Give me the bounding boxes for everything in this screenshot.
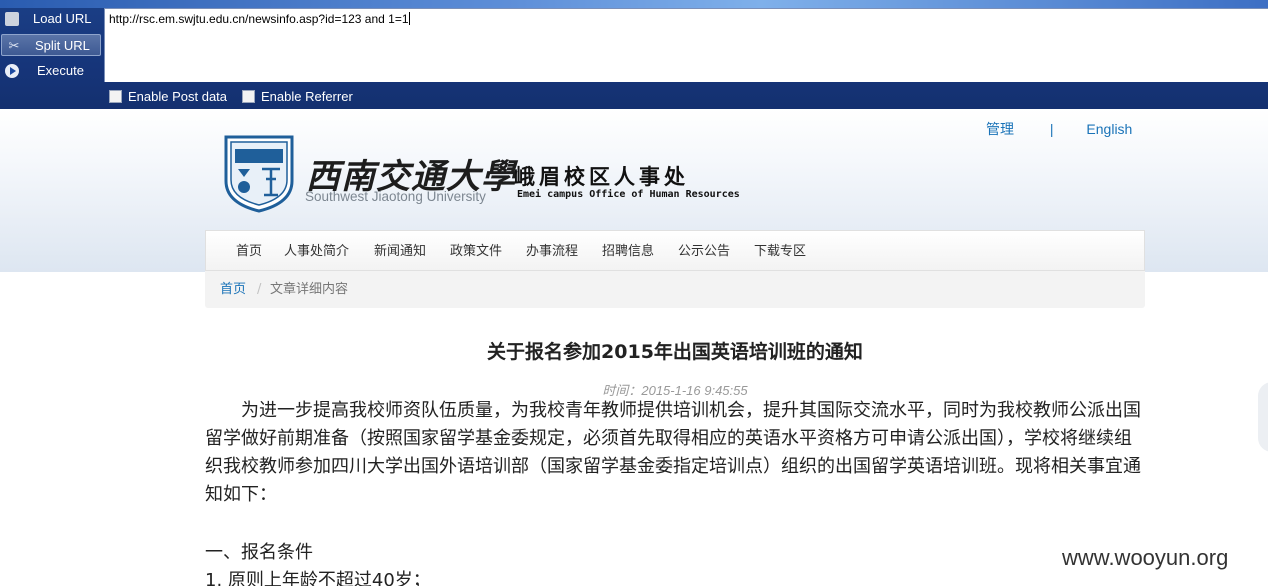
- post-data-label: Enable Post data: [128, 89, 228, 104]
- article-paragraph: 为进一步提高我校师资队伍质量，为我校青年教师提供培训机会，提升其国际交流水平，同…: [205, 400, 1141, 505]
- load-url-button[interactable]: Load URL: [0, 8, 102, 30]
- split-url-label: Split URL: [35, 38, 90, 53]
- nav-item-news[interactable]: 新闻通知: [374, 231, 426, 272]
- referrer-label: Enable Referrer: [261, 89, 353, 104]
- breadcrumb-home-link[interactable]: 首页: [220, 271, 246, 308]
- toolbar-top-strip: [0, 0, 1268, 8]
- hackbar-toolbar: Load URL ✂ Split URL Execute http://rsc.…: [0, 0, 1268, 109]
- url-input[interactable]: http://rsc.em.swjtu.edu.cn/newsinfo.asp?…: [104, 8, 1268, 82]
- split-url-icon: ✂: [8, 38, 20, 53]
- breadcrumb-current: 文章详细内容: [270, 282, 349, 297]
- url-input-value: http://rsc.em.swjtu.edu.cn/newsinfo.asp?…: [109, 12, 409, 26]
- nav-item-jobs[interactable]: 招聘信息: [602, 231, 654, 272]
- nav-item-home[interactable]: 首页: [236, 231, 262, 272]
- top-links-separator: |: [1049, 121, 1054, 137]
- admin-link[interactable]: 管理: [986, 119, 1014, 139]
- nav-item-downloads[interactable]: 下载专区: [754, 231, 806, 272]
- nav-item-about[interactable]: 人事处简介: [284, 231, 349, 272]
- university-english-name: Southwest Jiaotong University: [305, 189, 486, 204]
- execute-label: Execute: [37, 63, 84, 78]
- side-scroll-widget[interactable]: [1258, 382, 1268, 452]
- office-chinese-name: 峨眉校区人事处: [514, 165, 689, 189]
- breadcrumb: 首页 / 文章详细内容: [205, 271, 1145, 308]
- nav-item-policy[interactable]: 政策文件: [450, 231, 502, 272]
- nav-item-process[interactable]: 办事流程: [526, 231, 578, 272]
- article-list-item: 1. 原则上年龄不超过40岁；: [205, 570, 431, 586]
- load-url-label: Load URL: [33, 11, 92, 26]
- office-english-name: Emei campus Office of Human Resources: [517, 189, 740, 200]
- main-nav: 首页 人事处简介 新闻通知 政策文件 办事流程 招聘信息 公示公告 下载专区: [205, 230, 1145, 271]
- university-emblem-icon: [224, 135, 294, 213]
- breadcrumb-separator: /: [257, 282, 262, 297]
- english-link[interactable]: English: [1086, 121, 1132, 137]
- enable-post-data-checkbox[interactable]: Enable Post data: [109, 89, 227, 105]
- post-data-checkbox-box[interactable]: [109, 90, 122, 103]
- article-section-heading: 一、报名条件: [205, 542, 313, 563]
- split-url-button[interactable]: ✂ Split URL: [1, 34, 101, 56]
- nav-item-notices[interactable]: 公示公告: [678, 231, 730, 272]
- article-title: 关于报名参加2015年出国英语培训班的通知: [487, 341, 863, 363]
- enable-referrer-checkbox[interactable]: Enable Referrer: [242, 89, 353, 105]
- execute-button[interactable]: Execute: [0, 60, 102, 82]
- execute-icon: [5, 64, 19, 78]
- text-caret: [408, 12, 410, 25]
- load-url-icon: [5, 12, 19, 26]
- top-links: 管理 | English: [986, 119, 1132, 139]
- article-body: 为进一步提高我校师资队伍质量，为我校青年教师提供培训机会，提升其国际交流水平，同…: [205, 397, 1145, 509]
- referrer-checkbox-box[interactable]: [242, 90, 255, 103]
- watermark-text: www.wooyun.org: [1062, 545, 1229, 570]
